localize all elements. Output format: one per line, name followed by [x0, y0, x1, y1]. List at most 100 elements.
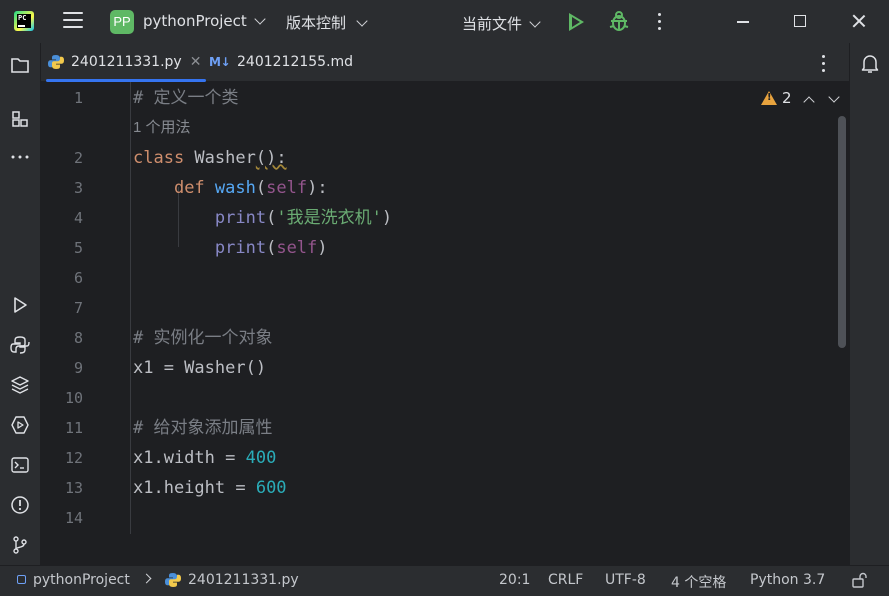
caret-position[interactable]: 20:1 — [499, 572, 530, 588]
python-file-icon — [165, 573, 181, 587]
line-number: 9 — [73, 359, 83, 377]
line-number: 4 — [73, 209, 83, 227]
string-literal: '我是洗衣机' — [276, 208, 382, 228]
code-comment: # 实例化一个对象 — [133, 328, 273, 348]
chevron-down-icon — [529, 15, 541, 28]
code-line: 4 print('我是洗衣机') — [41, 203, 849, 233]
more-actions-icon[interactable] — [658, 13, 662, 31]
code-line: 1 个用法 — [41, 113, 849, 143]
line-number: 13 — [64, 479, 83, 497]
project-name: pythonProject — [143, 12, 247, 30]
minimize-icon[interactable] — [737, 21, 749, 23]
editor-tab-bar: 2401211331.py ✕ M↓ 2401212155.md — [41, 43, 849, 82]
function-name: wash — [214, 178, 256, 198]
usage-hint[interactable]: 1 个用法 — [133, 113, 191, 143]
vertical-scrollbar[interactable] — [838, 116, 846, 348]
lock-icon[interactable] — [851, 572, 867, 588]
code-text: x1.width = — [133, 448, 246, 468]
code-comment: # 给对象添加属性 — [133, 418, 273, 438]
line-ending[interactable]: CRLF — [548, 572, 583, 588]
run-configuration-selector[interactable]: 当前文件 — [462, 13, 541, 34]
pycharm-logo-icon: PC — [14, 11, 34, 31]
code-line: 12 x1.width = 400 — [41, 443, 849, 473]
code-line: 5 print(self) — [41, 233, 849, 263]
maximize-icon[interactable] — [794, 15, 806, 27]
tab-2401211331-py[interactable]: 2401211331.py ✕ — [46, 43, 206, 82]
line-number: 14 — [64, 509, 83, 527]
debug-icon[interactable] — [609, 10, 629, 32]
line-number: 1 — [73, 89, 83, 107]
keyword: class — [133, 148, 185, 168]
warning-icon — [761, 91, 777, 105]
close-icon[interactable] — [851, 13, 867, 29]
python-file-icon — [48, 55, 64, 69]
class-name: Washer — [184, 148, 256, 168]
keyword: def — [173, 178, 205, 198]
vcs-menu[interactable]: 版本控制 — [286, 12, 368, 33]
line-number: 8 — [73, 329, 83, 347]
structure-icon[interactable] — [10, 109, 30, 129]
tab-2401212155-md[interactable]: M↓ 2401212155.md — [209, 43, 353, 81]
notifications-bell-icon[interactable] — [861, 54, 879, 74]
code-text: x1 = Washer() — [133, 358, 267, 378]
line-number: 5 — [73, 239, 83, 257]
inspection-widget[interactable]: 2 — [761, 89, 792, 107]
breadcrumb-file[interactable]: 2401211331.py — [188, 572, 299, 588]
code-editor[interactable]: 1 # 定义一个类 1 个用法 2 class Washer(): 3 def … — [41, 82, 849, 534]
code-line: 2 class Washer(): — [41, 143, 849, 173]
self-param: self — [276, 238, 318, 258]
tab-label: 2401211331.py — [71, 54, 182, 70]
module-icon — [17, 575, 26, 584]
main-menu-icon[interactable] — [63, 12, 83, 30]
python-console-icon[interactable] — [10, 335, 30, 355]
python-packages-icon[interactable] — [10, 375, 30, 395]
project-badge[interactable]: PP — [110, 10, 134, 34]
file-encoding[interactable]: UTF-8 — [605, 572, 646, 588]
run-config-label: 当前文件 — [462, 15, 523, 33]
line-number: 12 — [64, 449, 83, 467]
project-folder-icon[interactable] — [10, 55, 30, 75]
number-literal: 600 — [255, 478, 287, 498]
vcs-label: 版本控制 — [286, 14, 347, 32]
chevron-down-icon — [356, 14, 368, 27]
breadcrumb-project[interactable]: pythonProject — [33, 572, 130, 588]
code-line: 11 # 给对象添加属性 — [41, 413, 849, 443]
more-tools-icon[interactable] — [10, 147, 30, 167]
right-tool-window-bar — [849, 43, 889, 565]
code-line: 7 — [41, 293, 849, 323]
line-number: 7 — [73, 299, 83, 317]
code-line: 6 — [41, 263, 849, 293]
problems-icon[interactable] — [10, 495, 30, 515]
run-icon[interactable] — [569, 13, 584, 31]
left-tool-window-bar — [0, 43, 41, 565]
class-paren: (): — [255, 148, 287, 168]
line-number: 3 — [73, 179, 83, 197]
markdown-file-icon: M↓ — [209, 55, 231, 69]
code-comment: # 定义一个类 — [133, 88, 239, 108]
terminal-icon[interactable] — [10, 455, 30, 475]
line-number: 2 — [73, 149, 83, 167]
title-bar: PC PP pythonProject 版本控制 当前文件 — [0, 0, 889, 43]
line-number: 11 — [64, 419, 83, 437]
code-line: 3 def wash(self): — [41, 173, 849, 203]
code-line: 1 # 定义一个类 — [41, 83, 849, 113]
python-interpreter[interactable]: Python 3.7 — [750, 572, 825, 588]
tab-options-icon[interactable] — [822, 55, 826, 73]
code-text: x1.height = — [133, 478, 256, 498]
number-literal: 400 — [245, 448, 277, 468]
tab-label: 2401212155.md — [237, 54, 354, 70]
tab-close-icon[interactable]: ✕ — [190, 54, 202, 70]
project-selector[interactable]: pythonProject — [143, 12, 266, 30]
indent-setting[interactable]: 4 个空格 — [671, 572, 726, 592]
line-number: 10 — [64, 389, 83, 407]
git-icon[interactable] — [10, 535, 30, 555]
builtin-print: print — [214, 208, 267, 228]
run-tool-icon[interactable] — [10, 295, 30, 315]
status-bar: pythonProject 2401211331.py 20:1 CRLF UT… — [0, 565, 889, 596]
warning-count: 2 — [782, 89, 792, 107]
line-number: 6 — [73, 269, 83, 287]
code-line: 9 x1 = Washer() — [41, 353, 849, 383]
chevron-down-icon — [254, 13, 266, 25]
services-icon[interactable] — [10, 415, 30, 435]
code-line: 14 — [41, 503, 849, 533]
